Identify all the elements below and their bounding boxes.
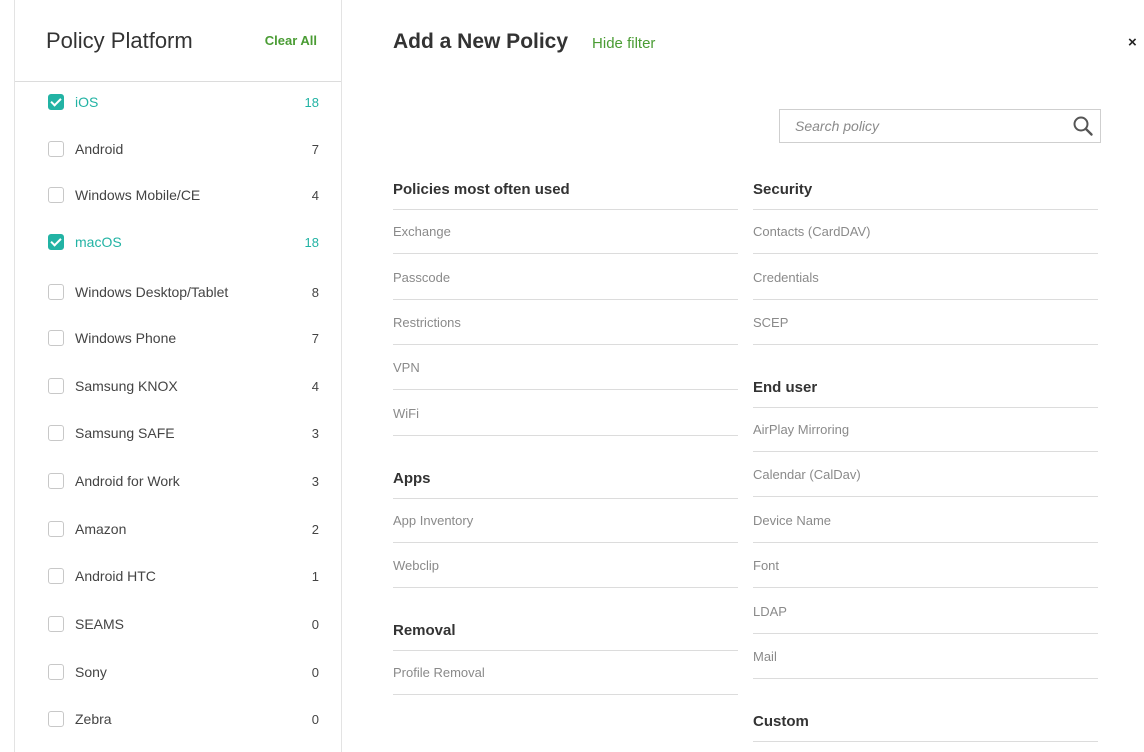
platform-count: 18 [304,234,319,250]
policy-item-scep[interactable]: SCEP [753,315,1098,345]
checkbox-icon[interactable] [48,616,64,632]
policy-item-contacts-carddav[interactable]: Contacts (CardDAV) [753,224,1098,254]
checkbox-icon[interactable] [48,330,64,346]
policy-item-exchange[interactable]: Exchange [393,224,738,254]
platform-count: 3 [311,473,319,489]
group-title-removal: Removal [393,622,738,651]
group-title-custom: Custom [753,713,1098,742]
checkbox-icon[interactable] [48,473,64,489]
platform-item-zebra[interactable]: Zebra 0 [15,704,341,734]
checkbox-icon[interactable] [48,284,64,300]
checkbox-icon[interactable] [48,664,64,680]
policy-item-calendar-caldav[interactable]: Calendar (CalDav) [753,467,1098,497]
checkbox-icon[interactable] [48,711,64,727]
platform-item-android-htc[interactable]: Android HTC 1 [15,561,341,591]
policy-item-device-name[interactable]: Device Name [753,513,1098,543]
platform-count: 7 [311,141,319,157]
platform-item-android[interactable]: Android 7 [15,134,341,164]
clear-all-link[interactable]: Clear All [265,33,317,48]
platform-item-samsung-safe[interactable]: Samsung SAFE 3 [15,418,341,448]
platform-item-amazon[interactable]: Amazon 2 [15,514,341,544]
platform-item-windows-mobile-ce[interactable]: Windows Mobile/CE 4 [15,180,341,210]
policy-column-right: Security Contacts (CardDAV) Credentials … [753,0,1098,752]
checkbox-icon[interactable] [48,141,64,157]
platform-item-windows-desktop-tablet[interactable]: Windows Desktop/Tablet 8 [15,277,341,307]
sidebar-title: Policy Platform [46,27,193,53]
platform-count: 3 [311,425,319,441]
checkbox-icon[interactable] [48,378,64,394]
platform-label: Windows Phone [75,330,177,346]
policy-item-wifi[interactable]: WiFi [393,406,738,436]
platform-count: 0 [311,711,319,727]
platform-item-windows-phone[interactable]: Windows Phone 7 [15,323,341,353]
policy-column-left: Policies most often used Exchange Passco… [393,0,738,752]
checkbox-checked-icon[interactable] [48,94,64,110]
policy-item-credentials[interactable]: Credentials [753,270,1098,300]
policy-item-ldap[interactable]: LDAP [753,604,1098,634]
policy-item-restrictions[interactable]: Restrictions [393,315,738,345]
policy-item-webclip[interactable]: Webclip [393,558,738,588]
platform-count: 2 [311,521,319,537]
platform-item-sony[interactable]: Sony 0 [15,657,341,687]
policy-platform-sidebar: Policy Platform Clear All iOS 18 Android… [14,0,342,752]
platform-count: 0 [311,616,319,632]
platform-label: Android HTC [75,568,156,584]
platform-label: Amazon [75,521,127,537]
checkbox-icon[interactable] [48,521,64,537]
platform-count: 4 [311,378,319,394]
checkbox-icon[interactable] [48,568,64,584]
platform-label: Windows Desktop/Tablet [75,284,229,300]
platform-label: Sony [75,664,107,680]
platform-item-android-for-work[interactable]: Android for Work 3 [15,466,341,496]
policy-item-mail[interactable]: Mail [753,649,1098,679]
group-title-end-user: End user [753,379,1098,408]
platform-item-seams[interactable]: SEAMS 0 [15,609,341,639]
group-title-security: Security [753,181,1098,210]
platform-count: 18 [304,94,319,110]
platform-count: 7 [311,330,319,346]
checkbox-icon[interactable] [48,425,64,441]
platform-label: Windows Mobile/CE [75,187,201,203]
policy-item-profile-removal[interactable]: Profile Removal [393,665,738,695]
group-title-policies-most-used: Policies most often used [393,181,738,210]
platform-item-ios[interactable]: iOS 18 [15,87,341,117]
platform-item-macos[interactable]: macOS 18 [15,227,341,257]
platform-count: 4 [311,187,319,203]
policy-item-passcode[interactable]: Passcode [393,270,738,300]
platform-label: Samsung SAFE [75,425,175,441]
group-title-apps: Apps [393,470,738,499]
platform-label: Zebra [75,711,112,727]
platform-label: Samsung KNOX [75,378,178,394]
close-icon[interactable]: × [1128,34,1137,51]
policy-item-font[interactable]: Font [753,558,1098,588]
platform-count: 8 [311,284,319,300]
checkbox-icon[interactable] [48,187,64,203]
policy-item-app-inventory[interactable]: App Inventory [393,513,738,543]
platform-count: 0 [311,664,319,680]
platform-label: macOS [75,234,122,250]
checkbox-checked-icon[interactable] [48,234,64,250]
platform-label: Android for Work [75,473,180,489]
platform-item-samsung-knox[interactable]: Samsung KNOX 4 [15,371,341,401]
policy-item-vpn[interactable]: VPN [393,360,738,390]
platform-count: 1 [311,568,319,584]
platform-label: Android [75,141,124,157]
sidebar-header: Policy Platform Clear All [15,0,341,82]
policy-item-airplay-mirroring[interactable]: AirPlay Mirroring [753,422,1098,452]
platform-label: SEAMS [75,616,125,632]
platform-label: iOS [75,94,99,110]
